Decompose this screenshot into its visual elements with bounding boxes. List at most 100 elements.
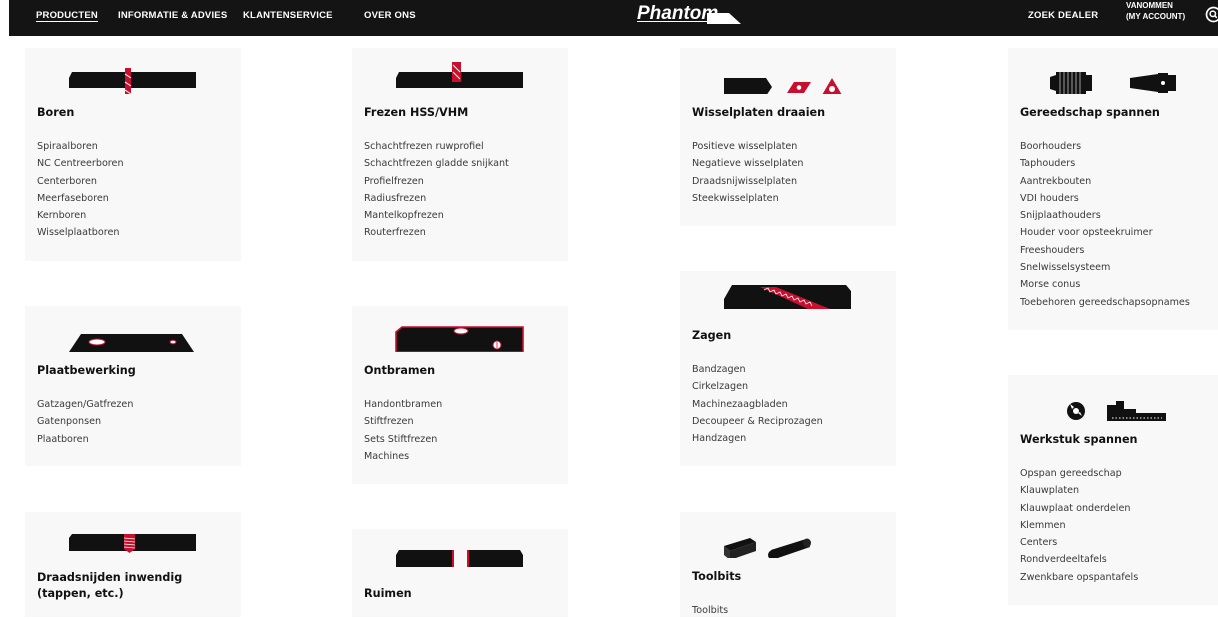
category-title[interactable]: Wisselplaten draaien — [692, 105, 888, 121]
tool-holder-icon — [1008, 60, 1218, 94]
category-title[interactable]: Werkstuk spannen — [1020, 432, 1210, 448]
category-link[interactable]: Aantrekbouten — [1020, 173, 1190, 190]
drill-icon — [25, 60, 241, 94]
category-link-list: Bandzagen Cirkelzagen Machinezaagbladen … — [692, 361, 823, 447]
category-link[interactable]: Draadsnijwisselplaten — [692, 173, 803, 190]
category-link[interactable]: Toolbits — [692, 602, 728, 619]
category-link[interactable]: Stiftfrezen — [364, 413, 442, 430]
category-link-list: Boorhouders Taphouders Aantrekbouten VDI… — [1020, 138, 1190, 311]
category-link-list: Positieve wisselplaten Negatieve wisselp… — [692, 138, 803, 207]
category-link[interactable]: Cirkelzagen — [692, 378, 823, 395]
turning-inserts-icon — [680, 60, 896, 94]
top-navigation-bar: PRODUCTEN INFORMATIE & ADVIES KLANTENSER… — [9, 0, 1218, 36]
nav-over-ons[interactable]: OVER ONS — [364, 10, 416, 21]
toolbits-icon — [680, 524, 896, 558]
nav-klantenservice[interactable]: KLANTENSERVICE — [243, 10, 333, 21]
nav-producten[interactable]: PRODUCTEN — [36, 10, 98, 21]
category-link[interactable]: Taphouders — [1020, 155, 1190, 172]
milling-icon — [352, 60, 568, 94]
category-link[interactable]: Profielfrezen — [364, 173, 509, 190]
category-title[interactable]: Ontbramen — [364, 363, 560, 379]
category-title[interactable]: Plaatbewerking — [37, 363, 233, 379]
category-link[interactable]: Wisselplaatboren — [37, 224, 124, 241]
category-card-boren[interactable]: Boren Spiraalboren NC Centreerboren Cent… — [25, 48, 241, 261]
category-card-draadsnijden[interactable]: Draadsnijden inwendig (tappen, etc.) — [25, 512, 241, 617]
category-card-gereedschap-spannen[interactable]: Gereedschap spannen Boorhouders Taphoude… — [1008, 48, 1218, 330]
account-label: (MY ACCOUNT) — [1126, 11, 1185, 22]
category-link[interactable]: Plaatboren — [37, 431, 133, 448]
category-link[interactable]: Gatenponsen — [37, 413, 133, 430]
category-link[interactable]: Machinezaagbladen — [692, 396, 823, 413]
category-link[interactable]: Spiraalboren — [37, 138, 124, 155]
category-link[interactable]: Positieve wisselplaten — [692, 138, 803, 155]
category-card-ontbramen[interactable]: Ontbramen Handontbramen Stiftfrezen Sets… — [352, 306, 568, 484]
category-link[interactable]: Boorhouders — [1020, 138, 1190, 155]
category-link[interactable]: Klemmen — [1020, 517, 1138, 534]
category-card-werkstuk-spannen[interactable]: Werkstuk spannen Opspan gereedschap Klau… — [1008, 375, 1218, 605]
category-link-list: Toolbits — [692, 602, 728, 619]
category-link-list: Schachtfrezen ruwprofiel Schachtfrezen g… — [364, 138, 509, 242]
category-title[interactable]: Zagen — [692, 328, 888, 344]
category-link[interactable]: Handzagen — [692, 430, 823, 447]
category-link[interactable]: Decoupeer & Reciprozagen — [692, 413, 823, 430]
category-link-list: Opspan gereedschap Klauwplaten Klauwplaa… — [1020, 465, 1138, 586]
saw-icon — [680, 283, 896, 317]
category-title[interactable]: Ruimen — [364, 586, 560, 602]
category-link[interactable]: Kernboren — [37, 207, 124, 224]
reaming-icon — [352, 541, 568, 575]
category-link[interactable]: Houder voor opsteekruimer — [1020, 224, 1190, 241]
category-link[interactable]: Centers — [1020, 534, 1138, 551]
category-link[interactable]: Gatzagen/Gatfrezen — [37, 396, 133, 413]
category-link[interactable]: Toebehoren gereedschapsopnames — [1020, 294, 1190, 311]
category-link[interactable]: Klauwplaat onderdelen — [1020, 500, 1138, 517]
category-link[interactable]: Opspan gereedschap — [1020, 465, 1138, 482]
category-link[interactable]: Steekwisselplaten — [692, 190, 803, 207]
category-link[interactable]: Centerboren — [37, 173, 124, 190]
category-link-list: Spiraalboren NC Centreerboren Centerbore… — [37, 138, 124, 242]
search-icon[interactable] — [1205, 6, 1218, 23]
category-title[interactable]: Toolbits — [692, 569, 888, 585]
category-link[interactable]: Schachtfrezen gladde snijkant — [364, 155, 509, 172]
category-card-plaatbewerking[interactable]: Plaatbewerking Gatzagen/Gatfrezen Gatenp… — [25, 306, 241, 466]
deburring-icon — [352, 318, 568, 352]
category-card-wisselplaten[interactable]: Wisselplaten draaien Positieve wisselpla… — [680, 48, 896, 226]
category-link[interactable]: Handontbramen — [364, 396, 442, 413]
category-link[interactable]: Meerfaseboren — [37, 190, 124, 207]
category-title[interactable]: Draadsnijden inwendig (tappen, etc.) — [37, 570, 233, 602]
category-link[interactable]: Morse conus — [1020, 276, 1190, 293]
category-title[interactable]: Frezen HSS/VHM — [364, 105, 560, 121]
account-name: VANOMMEN — [1126, 0, 1185, 11]
category-card-frezen[interactable]: Frezen HSS/VHM Schachtfrezen ruwprofiel … — [352, 48, 568, 261]
category-title[interactable]: Boren — [37, 105, 233, 121]
category-link[interactable]: Machines — [364, 448, 442, 465]
category-link[interactable]: Mantelkopfrezen — [364, 207, 509, 224]
tapping-icon — [25, 524, 241, 558]
category-link[interactable]: Snijplaathouders — [1020, 207, 1190, 224]
phantom-logo[interactable]: Phantom — [637, 3, 741, 29]
sheet-metal-icon — [25, 318, 241, 352]
category-link[interactable]: Schachtfrezen ruwprofiel — [364, 138, 509, 155]
category-link[interactable]: Rondverdeeltafels — [1020, 551, 1138, 568]
category-link[interactable]: Klauwplaten — [1020, 482, 1138, 499]
category-card-toolbits[interactable]: Toolbits Toolbits — [680, 512, 896, 617]
category-link[interactable]: Radiusfrezen — [364, 190, 509, 207]
my-account-link[interactable]: VANOMMEN (MY ACCOUNT) — [1126, 0, 1185, 22]
category-link-list: Handontbramen Stiftfrezen Sets Stiftfrez… — [364, 396, 442, 465]
find-dealer-link[interactable]: ZOEK DEALER — [1028, 10, 1098, 21]
category-card-zagen[interactable]: Zagen Bandzagen Cirkelzagen Machinezaagb… — [680, 271, 896, 466]
category-link[interactable]: NC Centreerboren — [37, 155, 124, 172]
nav-informatie-advies[interactable]: INFORMATIE & ADVIES — [118, 10, 227, 21]
category-link[interactable]: Zwenkbare opspantafels — [1020, 569, 1138, 586]
category-link[interactable]: Bandzagen — [692, 361, 823, 378]
category-link[interactable]: Routerfrezen — [364, 224, 509, 241]
category-title[interactable]: Gereedschap spannen — [1020, 105, 1210, 121]
category-link[interactable]: VDI houders — [1020, 190, 1190, 207]
category-link[interactable]: Sets Stiftfrezen — [364, 431, 442, 448]
category-link[interactable]: Freeshouders — [1020, 242, 1190, 259]
logo-swoosh-icon — [707, 11, 741, 25]
category-link-list: Gatzagen/Gatfrezen Gatenponsen Plaatbore… — [37, 396, 133, 448]
category-card-ruimen[interactable]: Ruimen — [352, 529, 568, 617]
workholding-icon — [1008, 387, 1218, 421]
category-link[interactable]: Negatieve wisselplaten — [692, 155, 803, 172]
category-link[interactable]: Snelwisselsysteem — [1020, 259, 1190, 276]
